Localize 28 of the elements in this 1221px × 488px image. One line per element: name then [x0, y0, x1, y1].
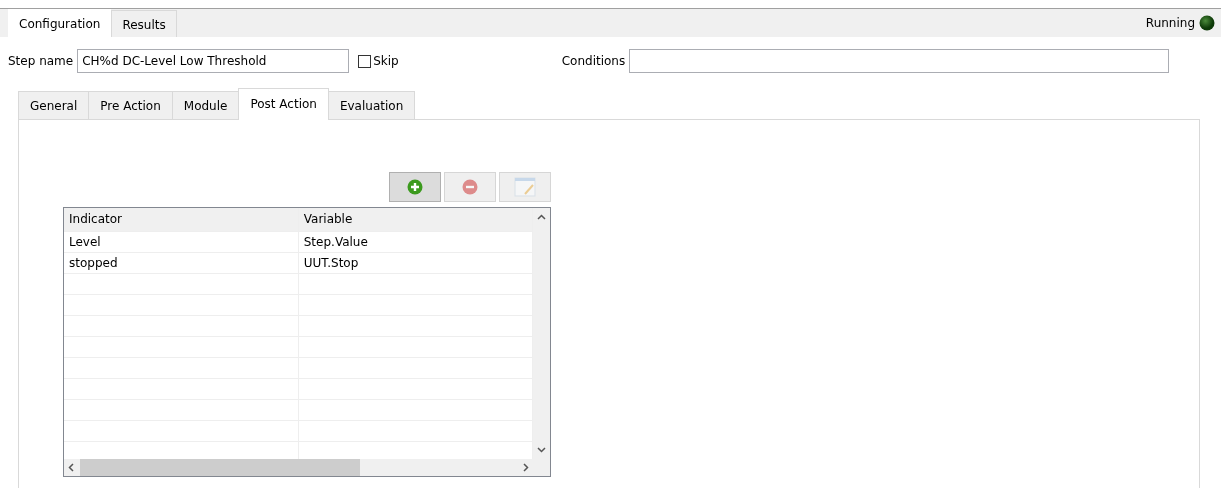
table-cell: stopped	[64, 252, 299, 273]
scroll-right-icon[interactable]	[523, 463, 529, 472]
conditions-label: Conditions	[561, 54, 626, 68]
step-name-field[interactable]: CH%d DC-Level Low Threshold	[77, 49, 350, 73]
edit-icon	[514, 177, 536, 197]
table-cell: UUT.Stop	[298, 252, 533, 273]
skip-checkbox[interactable]: Skip	[358, 54, 399, 68]
table-cell: Level	[64, 231, 299, 252]
scroll-down-icon[interactable]	[537, 447, 546, 453]
remove-icon	[462, 179, 478, 195]
add-icon	[407, 179, 423, 195]
scroll-up-icon[interactable]	[537, 214, 546, 220]
conditions-field[interactable]	[629, 49, 1170, 73]
step-name-label: Step name	[8, 54, 74, 68]
table-cell: Step.Value	[298, 231, 533, 252]
tab[interactable]: Results	[111, 10, 177, 37]
column-header[interactable]: Variable	[298, 208, 533, 231]
tab[interactable]: Configuration	[8, 9, 112, 37]
add-button[interactable]	[389, 172, 441, 202]
tab[interactable]: Module	[171, 91, 240, 119]
scrollbar-thumb[interactable]	[80, 459, 360, 476]
tab[interactable]: General	[18, 91, 90, 119]
scroll-left-icon[interactable]	[68, 463, 74, 472]
tab[interactable]: Evaluation	[327, 91, 416, 119]
tab[interactable]: Post Action	[238, 88, 329, 120]
column-header[interactable]: Indicator	[64, 208, 299, 231]
tab[interactable]: Pre Action	[88, 91, 173, 119]
status-label: Running	[1145, 16, 1195, 30]
